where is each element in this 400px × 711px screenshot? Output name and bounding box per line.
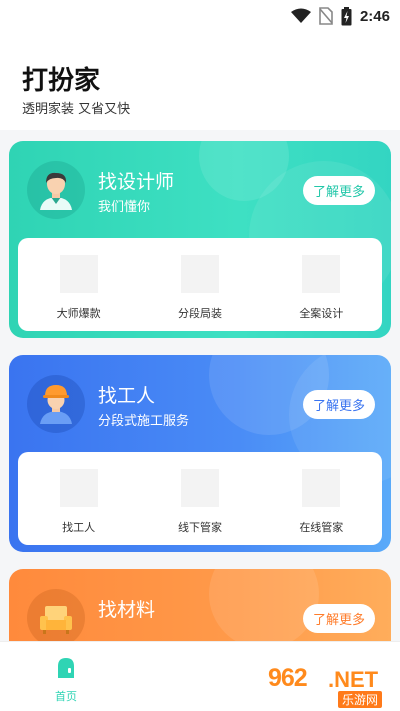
option-master-hits[interactable]: 大师爆款 — [18, 238, 139, 331]
option-image — [180, 469, 219, 507]
card-decoration — [209, 569, 319, 649]
option-find-worker[interactable]: 找工人 — [18, 452, 139, 545]
option-image — [302, 255, 341, 293]
worker-card[interactable]: 找工人 分段式施工服务 了解更多 找工人 线下管家 在线管家 — [9, 355, 391, 552]
sofa-icon — [27, 589, 85, 647]
designer-options-panel: 大师爆款 分段局装 全案设计 — [18, 238, 382, 331]
option-offline-manager[interactable]: 线下管家 — [139, 452, 260, 545]
card-subtitle: 我们懂你 — [98, 200, 151, 215]
card-subtitle: 分段式施工服务 — [98, 414, 190, 429]
option-label: 在线管家 — [299, 521, 344, 534]
option-image — [59, 255, 98, 293]
option-partial-renovation[interactable]: 分段局装 — [139, 238, 260, 331]
card-title: 找工人 — [98, 385, 156, 407]
tab-home-label: 首页 — [55, 690, 77, 703]
learn-more-button[interactable]: 了解更多 — [303, 604, 375, 633]
card-title: 找材料 — [98, 599, 156, 621]
option-online-manager[interactable]: 在线管家 — [261, 452, 382, 545]
wifi-icon — [290, 8, 311, 24]
learn-more-button[interactable]: 了解更多 — [303, 390, 375, 419]
app-header: 打扮家 透明家装 又省又快 — [0, 32, 400, 130]
option-label: 找工人 — [62, 521, 96, 534]
worker-options-panel: 找工人 线下管家 在线管家 — [18, 452, 382, 545]
option-label: 分段局装 — [177, 307, 222, 320]
app-title: 打扮家 — [22, 66, 101, 96]
watermark-net: .NET — [328, 667, 379, 692]
worker-avatar-icon — [27, 375, 85, 433]
no-sim-icon — [319, 7, 333, 25]
learn-more-button[interactable]: 了解更多 — [303, 176, 375, 205]
watermark-site: 乐游网 — [338, 691, 383, 708]
status-bar: 2:46 — [0, 0, 400, 32]
status-time: 2:46 — [359, 7, 390, 25]
option-image — [302, 469, 341, 507]
app-subtitle: 透明家装 又省又快 — [22, 102, 131, 117]
home-tab-icon — [56, 656, 76, 684]
option-label: 大师爆款 — [56, 307, 101, 320]
tab-home[interactable]: 首页 — [48, 656, 84, 704]
option-full-design[interactable]: 全案设计 — [261, 238, 382, 331]
option-label: 全案设计 — [299, 307, 344, 320]
designer-card[interactable]: 找设计师 我们懂你 了解更多 大师爆款 分段局装 全案设计 — [9, 141, 391, 338]
option-label: 线下管家 — [177, 521, 222, 534]
option-image — [180, 255, 219, 293]
designer-avatar-icon — [27, 161, 85, 219]
card-title: 找设计师 — [98, 171, 175, 193]
site-watermark: 962 .NET 乐游网 — [262, 664, 396, 708]
option-image — [59, 469, 98, 507]
watermark-brand: 962 — [268, 664, 308, 692]
battery-charging-icon — [341, 6, 352, 26]
